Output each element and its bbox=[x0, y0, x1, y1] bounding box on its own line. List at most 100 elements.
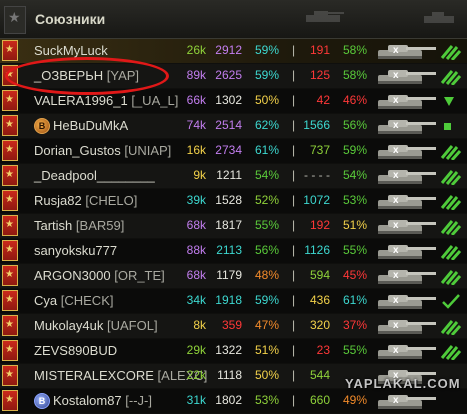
column-separator: | bbox=[292, 118, 296, 132]
player-nickname: ZEVS890BUD bbox=[34, 343, 118, 358]
player-row[interactable]: ★ B Kostalom87 [--J-] 31k 1802 53% | 660 49% x bbox=[0, 389, 467, 413]
rank-badge-icon: ★ bbox=[2, 265, 18, 286]
column-separator: | bbox=[292, 143, 296, 157]
tank-icon bbox=[378, 345, 436, 359]
clan-tag: [UAFOL] bbox=[107, 318, 158, 333]
player-row[interactable]: ★ Mukolay4uk [UAFOL] 8k 359 47% | 320 37% x bbox=[0, 314, 467, 338]
tank-tier-marker: x bbox=[393, 345, 399, 356]
rank-badge-icon: ★ bbox=[2, 290, 18, 311]
wn8-rating: 2514 bbox=[215, 118, 242, 132]
win-rate: 62% bbox=[254, 118, 279, 132]
player-name[interactable]: ZEVS890BUD bbox=[34, 343, 117, 358]
battles-count: 34k bbox=[186, 293, 206, 307]
wn8-rating: 2912 bbox=[215, 43, 242, 57]
player-nickname: SuckMyLuck bbox=[34, 43, 108, 58]
clan-emblem-icon: B bbox=[34, 118, 50, 134]
column-separator: | bbox=[292, 368, 296, 382]
session-win-rate: 58% bbox=[342, 68, 367, 82]
tank-tier-marker: x bbox=[393, 170, 399, 181]
tank-tier-marker: x bbox=[393, 145, 399, 156]
player-name[interactable]: HeBuDuMkA bbox=[53, 118, 128, 133]
tank-tier-marker: x bbox=[393, 45, 399, 56]
player-row[interactable]: ★ B HeBuDuMkA 74k 2514 62% | 1566 56% x bbox=[0, 114, 467, 138]
tank-tier-marker: x bbox=[393, 270, 399, 281]
clan-tag: [UNIAP] bbox=[124, 143, 172, 158]
wn8-rating: 2734 bbox=[215, 143, 242, 157]
column-separator: | bbox=[292, 193, 296, 207]
wn8-rating: 1322 bbox=[215, 343, 242, 357]
battles-count: 31k bbox=[186, 393, 206, 407]
player-nickname: _Deadpool________ bbox=[34, 168, 155, 183]
tank-icon bbox=[378, 295, 436, 309]
rank-badge-icon: ★ bbox=[2, 90, 18, 111]
session-rating: 191 bbox=[309, 43, 330, 57]
player-name[interactable]: SuckMyLuck bbox=[34, 43, 108, 58]
player-row[interactable]: ★ sanyoksku777 88k 2113 56% | 1126 55% x bbox=[0, 239, 467, 263]
player-name[interactable]: Mukolay4uk [UAFOL] bbox=[34, 318, 158, 333]
tank-icon bbox=[378, 245, 436, 259]
battles-count: 39k bbox=[186, 193, 206, 207]
rank-badge-icon: ★ bbox=[2, 115, 18, 136]
rating-bars-icon bbox=[440, 45, 462, 60]
column-separator: | bbox=[292, 218, 296, 232]
tank-header-icon bbox=[306, 11, 344, 22]
player-row[interactable]: ★ ZEVS890BUD 29k 1322 51% | 23 55% x bbox=[0, 339, 467, 363]
player-nickname: Tartish bbox=[34, 218, 73, 233]
clan-tag: [--J-] bbox=[125, 393, 152, 408]
wn8-rating: 1302 bbox=[215, 93, 242, 107]
tank-tier-marker: x bbox=[393, 320, 399, 331]
tank-tier-marker: x bbox=[393, 245, 399, 256]
tank-icon bbox=[378, 195, 436, 209]
rank-badge-icon: ★ bbox=[2, 390, 18, 411]
player-row[interactable]: ★ Tartish [BAR59] 68k 1817 55% | 192 51% x bbox=[0, 214, 467, 238]
wn8-rating: 2625 bbox=[215, 68, 242, 82]
square-icon bbox=[444, 123, 451, 130]
session-rating: 320 bbox=[309, 318, 330, 332]
session-rating: 737 bbox=[309, 143, 330, 157]
tank-icon bbox=[378, 270, 436, 284]
player-name[interactable]: Kostalom87 [--J-] bbox=[53, 393, 152, 408]
rating-bars-icon bbox=[440, 220, 462, 235]
battles-count: 74k bbox=[186, 118, 206, 132]
session-win-rate: 56% bbox=[342, 118, 367, 132]
player-row[interactable]: ★ Dorian_Gustos [UNIAP] 16k 2734 61% | 737 59% x bbox=[0, 139, 467, 163]
player-name[interactable]: sanyoksku777 bbox=[34, 243, 117, 258]
player-row[interactable]: ★ ARGON3000 [OR_TE] 68k 1179 48% | 594 45% x bbox=[0, 264, 467, 288]
session-win-rate: 58% bbox=[342, 43, 367, 57]
session-win-rate: 53% bbox=[342, 193, 367, 207]
rank-badge-icon: ★ bbox=[2, 140, 18, 161]
player-name[interactable]: VALERA1996_1 [_UA_L] bbox=[34, 93, 178, 108]
session-win-rate: 59% bbox=[342, 143, 367, 157]
win-rate: 51% bbox=[254, 343, 279, 357]
player-row[interactable]: ★ Cya [CHECK] 34k 1918 59% | 436 61% x bbox=[0, 289, 467, 313]
rank-badge-icon: ★ bbox=[2, 165, 18, 186]
rating-bars-icon bbox=[440, 345, 462, 360]
win-rate: 56% bbox=[254, 243, 279, 257]
battles-count: 88k bbox=[186, 243, 206, 257]
player-name[interactable]: ARGON3000 [OR_TE] bbox=[34, 268, 165, 283]
tank-tier-marker: x bbox=[393, 70, 399, 81]
rating-bars-icon bbox=[440, 70, 462, 85]
tank-header-icon bbox=[424, 12, 454, 23]
session-win-rate: 37% bbox=[342, 318, 367, 332]
player-name[interactable]: _Deadpool________ bbox=[34, 168, 155, 183]
rank-badge-icon: ★ bbox=[2, 215, 18, 236]
wn8-rating: 1918 bbox=[215, 293, 242, 307]
session-rating: 42 bbox=[316, 93, 330, 107]
watermark: YAPLAKAL.COM bbox=[345, 376, 461, 391]
rating-bars-icon bbox=[440, 145, 462, 160]
tank-tier-marker: x bbox=[393, 295, 399, 306]
player-nickname: Cya bbox=[34, 293, 58, 308]
battles-count: 16k bbox=[186, 143, 206, 157]
player-name[interactable]: Cya [CHECK] bbox=[34, 293, 113, 308]
wn8-rating: 1817 bbox=[215, 218, 242, 232]
player-row[interactable]: ★ Rusja82 [CHELO] 39k 1528 52% | 1072 53% x bbox=[0, 189, 467, 213]
player-name[interactable]: Dorian_Gustos [UNIAP] bbox=[34, 143, 171, 158]
player-row[interactable]: ★ _Deadpool________ 9k 1211 54% | - - - - 54% x bbox=[0, 164, 467, 188]
player-name[interactable]: Tartish [BAR59] bbox=[34, 218, 124, 233]
session-win-rate: 49% bbox=[342, 393, 367, 407]
session-rating: 594 bbox=[309, 268, 330, 282]
session-rating: 1072 bbox=[303, 193, 330, 207]
tank-icon bbox=[378, 145, 436, 159]
player-name[interactable]: Rusja82 [CHELO] bbox=[34, 193, 137, 208]
